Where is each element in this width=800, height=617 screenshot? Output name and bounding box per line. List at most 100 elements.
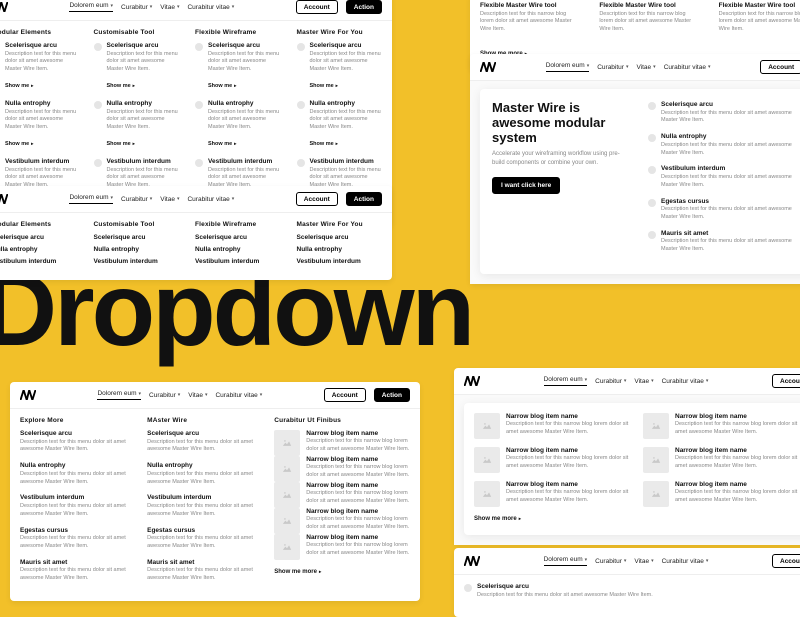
dropdown-item[interactable]: Flexible Master Wire tool Description te… [599,2,700,34]
blog-item[interactable]: Narrow blog item name Description text f… [274,482,410,508]
nav-link[interactable]: Dolorem eum▾ [97,390,141,400]
nav-link[interactable]: Curabitur vitae▾ [187,2,234,12]
account-button[interactable]: Account [324,388,366,402]
nav-link[interactable]: Curabitur▾ [595,376,626,386]
blog-item[interactable]: Narrow blog item name Description text f… [474,481,635,507]
navbar: Dolorem eum▾ Curabitur▾ Vitae▾ Curabitur… [454,548,800,575]
blog-item[interactable]: Narrow blog item name Description text f… [643,413,800,439]
dropdown-item[interactable]: Flexible Master Wire tool Description te… [719,2,800,34]
dropdown-link[interactable]: Nulla entrophy [0,246,78,253]
item-title: Scelerisque arcu [147,430,260,438]
blog-item[interactable]: Narrow blog item name Description text f… [643,447,800,473]
dropdown-link[interactable]: Nulla entrophy [94,246,180,253]
nav-link[interactable]: Curabitur▾ [595,556,626,566]
dropdown-link[interactable]: Scelerisque arcu [297,234,383,241]
dropdown-item[interactable]: Nulla entrophy Description text for this… [94,100,180,150]
account-button[interactable]: Account [772,374,800,388]
dropdown-item[interactable]: Scelerisque arcu Description text for th… [20,430,133,454]
blog-item[interactable]: Narrow blog item name Description text f… [474,447,635,473]
dropdown-item[interactable]: Nulla entrophy Description text for this… [20,462,133,486]
dropdown-item[interactable]: Scelerisque arcu Description text for th… [464,583,800,599]
show-me-link[interactable]: Show me [107,141,135,147]
show-me-link[interactable]: Show me [5,141,33,147]
dropdown-item[interactable]: Vestibulum interdum Description text for… [648,165,800,189]
nav-link[interactable]: Vitae▾ [634,376,653,386]
nav-link[interactable]: Vitae▾ [188,390,207,400]
dropdown-link[interactable]: Nulla entrophy [195,246,281,253]
action-button[interactable]: Action [374,388,410,402]
nav-link[interactable]: Vitae▾ [160,2,179,12]
nav-link[interactable]: Curabitur vitae▾ [662,376,709,386]
blog-item[interactable]: Narrow blog item name Description text f… [274,456,410,482]
dropdown-link[interactable]: Vestibulum interdum [0,258,78,265]
action-button[interactable]: Action [346,192,382,206]
nav-link[interactable]: Curabitur vitae▾ [664,62,711,72]
nav-link[interactable]: Dolorem eum▾ [69,2,113,12]
show-me-link[interactable]: Show me [208,83,236,89]
blog-item[interactable]: Narrow blog item name Description text f… [274,508,410,534]
dropdown-item[interactable]: Nulla entrophy Description text for this… [195,100,281,150]
blog-item[interactable]: Narrow blog item name Description text f… [474,413,635,439]
dropdown-item[interactable]: Scelerisque arcu Description text for th… [195,42,281,92]
show-me-link[interactable]: Show me [310,83,338,89]
account-button[interactable]: Account [760,60,800,74]
dropdown-item[interactable]: Egestas cursus Description text for this… [147,527,260,551]
show-me-link[interactable]: Show me [310,141,338,147]
account-button[interactable]: Account [772,554,800,568]
nav-link[interactable]: Curabitur▾ [597,62,628,72]
promo-cta-button[interactable]: I want click here [492,177,560,194]
nav-link[interactable]: Vitae▾ [634,556,653,566]
nav-link[interactable]: Dolorem eum▾ [544,376,588,386]
dropdown-item[interactable]: Mauris sit amet Description text for thi… [648,230,800,254]
nav-link[interactable]: Curabitur vitae▾ [215,390,262,400]
dropdown-item[interactable]: Nulla entrophy Description text for this… [147,462,260,486]
nav-link[interactable]: Curabitur▾ [121,194,152,204]
show-me-link[interactable]: Show me [107,83,135,89]
dropdown-link[interactable]: Scelerisque arcu [94,234,180,241]
dropdown-item[interactable]: Scelerisque arcu Description text for th… [0,42,78,92]
nav-link[interactable]: Dolorem eum▾ [69,194,113,204]
blog-item[interactable]: Narrow blog item name Description text f… [643,481,800,507]
dropdown-item[interactable]: Vestibulum interdum Description text for… [20,494,133,518]
logo-icon [0,194,8,204]
nav-link[interactable]: Dolorem eum▾ [544,556,588,566]
dropdown-item[interactable]: Scelerisque arcu Description text for th… [94,42,180,92]
dropdown-link[interactable]: Scelerisque arcu [0,234,78,241]
nav-link[interactable]: Curabitur vitae▾ [662,556,709,566]
dropdown-link[interactable]: Nulla entrophy [297,246,383,253]
dropdown-item[interactable]: Scelerisque arcu Description text for th… [297,42,383,92]
dropdown-item[interactable]: Vestibulum interdum Description text for… [147,494,260,518]
dropdown-link[interactable]: Scelerisque arcu [195,234,281,241]
blog-item[interactable]: Narrow blog item name Description text f… [274,430,410,456]
nav-link[interactable]: Curabitur▾ [121,2,152,12]
nav-link[interactable]: Curabitur vitae▾ [187,194,234,204]
dropdown-item[interactable]: Flexible Master Wire tool Description te… [480,2,581,34]
dropdown-item[interactable]: Nulla entrophy Description text for this… [648,133,800,157]
dropdown-item[interactable]: Nulla entrophy Description text for this… [0,100,78,150]
nav-link[interactable]: Vitae▾ [636,62,655,72]
blog-item[interactable]: Narrow blog item name Description text f… [274,534,410,560]
account-button[interactable]: Account [296,0,338,14]
dropdown-item[interactable]: Mauris sit amet Description text for thi… [147,559,260,583]
dropdown-item[interactable]: Scelerisque arcu Description text for th… [147,430,260,454]
dropdown-item[interactable]: Scelerisque arcu Description text for th… [648,101,800,125]
item-title: Vestibulum interdum [310,158,383,166]
dropdown-item[interactable]: Mauris sit amet Description text for thi… [20,559,133,583]
dropdown-link[interactable]: Vestibulum interdum [195,258,281,265]
show-me-link[interactable]: Show me [5,83,33,89]
show-me-link[interactable]: Show me [208,141,236,147]
item-title: Nulla entrophy [107,100,180,108]
show-more-link[interactable]: Show me more [274,569,321,575]
dropdown-item[interactable]: Egestas cursus Description text for this… [20,527,133,551]
action-button[interactable]: Action [346,0,382,14]
dropdown-item[interactable]: Nulla entrophy Description text for this… [297,100,383,150]
dropdown-link[interactable]: Vestibulum interdum [297,258,383,265]
account-button[interactable]: Account [296,192,338,206]
blog-description: Description text for this narrow blog lo… [675,489,800,504]
dropdown-item[interactable]: Egestas cursus Description text for this… [648,198,800,222]
nav-link[interactable]: Dolorem eum▾ [546,62,590,72]
dropdown-link[interactable]: Vestibulum interdum [94,258,180,265]
nav-link[interactable]: Curabitur▾ [149,390,180,400]
show-more-link[interactable]: Show me more [474,516,521,522]
nav-link[interactable]: Vitae▾ [160,194,179,204]
